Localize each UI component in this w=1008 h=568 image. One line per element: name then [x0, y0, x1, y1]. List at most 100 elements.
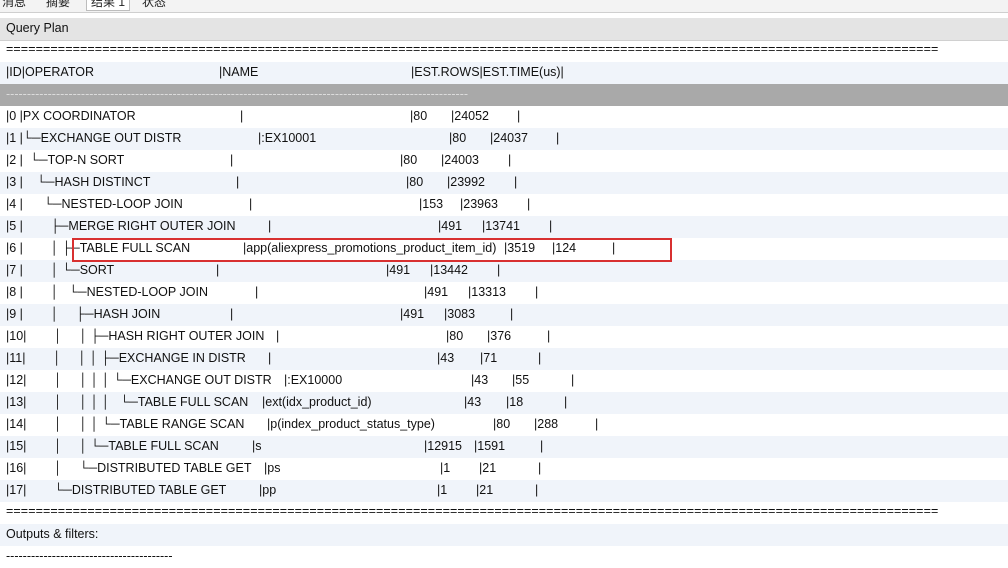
cell-est-rows: |80: [406, 175, 424, 189]
cell-name: |: [268, 219, 272, 233]
cell-end: |: [538, 351, 542, 365]
cell-est-time: |21: [479, 461, 497, 475]
cell-est-time: |18: [506, 395, 524, 409]
plan-row[interactable]: |4 | └─NESTED-LOOP JOIN | |153 |23963 |: [0, 194, 1008, 216]
plan-rule-top: ========================================…: [0, 40, 1008, 62]
cell-name: |: [268, 351, 272, 365]
tab-result-1[interactable]: 结果 1: [86, 0, 131, 11]
cell-id-operator: |12| │ │ │ │ └─EXCHANGE OUT DISTR: [6, 373, 272, 387]
cell-end: |: [571, 373, 575, 387]
tab-summary[interactable]: 摘要: [42, 0, 74, 10]
cell-end: |: [535, 285, 539, 299]
cell-id-operator: |7 | │ └─SORT: [6, 263, 115, 277]
plan-row[interactable]: |9 | │ ├─HASH JOIN | |491 |3083 |: [0, 304, 1008, 326]
cell-est-time: |21: [476, 483, 494, 497]
cell-est-time: |71: [480, 351, 498, 365]
cell-name: |:EX10001: [258, 131, 317, 145]
cell-est-time: |23992: [447, 175, 486, 189]
cell-est-time: |288: [534, 417, 559, 431]
cell-est-rows: |80: [449, 131, 467, 145]
cell-est-time: |55: [512, 373, 530, 387]
outputs-rule: ----------------------------------------: [0, 546, 1008, 568]
cell-name: |pp: [259, 483, 277, 497]
rule-text: ========================================…: [6, 42, 939, 56]
cell-end: |: [527, 197, 531, 211]
cell-id-operator: |5 | ├─MERGE RIGHT OUTER JOIN: [6, 219, 236, 233]
cell-est-rows: |80: [493, 417, 511, 431]
result-tab-bar: 消息 摘要 结果 1 状态: [0, 0, 1008, 13]
cell-est-rows: |12915: [424, 439, 463, 453]
cell-end: |: [510, 307, 514, 321]
rule-text: ----------------------------------------: [6, 549, 173, 563]
cell-est-rows: |80: [400, 153, 418, 167]
plan-row[interactable]: |17| └─DISTRIBUTED TABLE GET |pp |1 |21 |: [0, 480, 1008, 502]
plan-row[interactable]: |10| │ │ ├─HASH RIGHT OUTER JOIN | |80 |376…: [0, 326, 1008, 348]
plan-row[interactable]: |12| │ │ │ │ └─EXCHANGE OUT DISTR |:EX100…: [0, 370, 1008, 392]
cell-id-operator: |16| │ └─DISTRIBUTED TABLE GET: [6, 461, 252, 475]
cell-name: |s: [252, 439, 262, 453]
cell-id-operator: |2 | └─TOP-N SORT: [6, 153, 125, 167]
cell-est-time: |24037: [490, 131, 529, 145]
cell-est-rows: |80: [410, 109, 428, 123]
highlight-box: [72, 238, 672, 262]
cell-name: |: [216, 263, 220, 277]
cell-name: |: [240, 109, 244, 123]
cell-end: |: [535, 483, 539, 497]
cell-end: |: [595, 417, 599, 431]
cell-name: |: [230, 153, 234, 167]
cell-est-time: |13442: [430, 263, 469, 277]
plan-row[interactable]: |14| │ │ │ └─TABLE RANGE SCAN |p(index_pr…: [0, 414, 1008, 436]
cell-est-rows: |43: [464, 395, 482, 409]
plan-row[interactable]: |3 | └─HASH DISTINCT | |80 |23992 |: [0, 172, 1008, 194]
cell-est-rows: |1: [437, 483, 448, 497]
cell-est-rows: |491: [424, 285, 449, 299]
plan-row[interactable]: |5 | ├─MERGE RIGHT OUTER JOIN | |491 |13741…: [0, 216, 1008, 238]
cell-end: |: [547, 329, 551, 343]
column-header-label: Query Plan: [6, 21, 69, 35]
cell-est-rows: |43: [437, 351, 455, 365]
cell-est-rows: |153: [419, 197, 444, 211]
plan-rule-dash: ----------------------------------------…: [0, 84, 1008, 106]
cell-end: |: [538, 461, 542, 475]
tab-messages[interactable]: 消息: [0, 0, 30, 10]
cell-est-rows: |491: [386, 263, 411, 277]
cell-est-rows: |80: [446, 329, 464, 343]
cell-end: |: [549, 219, 553, 233]
cell-id-operator: |9 | │ ├─HASH JOIN: [6, 307, 161, 321]
col-rows-time: |EST.ROWS|EST.TIME(us)|: [411, 65, 564, 79]
plan-row[interactable]: |1 |└─EXCHANGE OUT DISTR |:EX10001 |80 |240…: [0, 128, 1008, 150]
plan-row[interactable]: |13| │ │ │ │ └─TABLE FULL SCAN |ext(idx_p…: [0, 392, 1008, 414]
cell-est-rows: |1: [440, 461, 451, 475]
plan-rule-bottom: ========================================…: [0, 502, 1008, 524]
cell-est-time: |1591: [474, 439, 506, 453]
cell-est-time: |13741: [482, 219, 521, 233]
plan-row[interactable]: |16| │ └─DISTRIBUTED TABLE GET |ps |1 |21 |: [0, 458, 1008, 480]
column-header[interactable]: Query Plan: [0, 18, 1008, 41]
cell-est-time: |23963: [460, 197, 499, 211]
cell-id-operator: |10| │ │ ├─HASH RIGHT OUTER JOIN: [6, 329, 265, 343]
cell-est-rows: |43: [471, 373, 489, 387]
tab-status[interactable]: 状态: [138, 0, 170, 10]
cell-id-operator: |11| │ │ │ ├─EXCHANGE IN DISTR: [6, 351, 246, 365]
plan-row[interactable]: |8 | │ └─NESTED-LOOP JOIN | |491 |13313 |: [0, 282, 1008, 304]
cell-name: |ext(idx_product_id): [262, 395, 372, 409]
cell-name: |: [276, 329, 280, 343]
plan-row[interactable]: |7 | │ └─SORT | |491 |13442 |: [0, 260, 1008, 282]
cell-id-operator: |14| │ │ │ └─TABLE RANGE SCAN: [6, 417, 245, 431]
plan-row[interactable]: |15| │ │ └─TABLE FULL SCAN |s |12915 |1591 |: [0, 436, 1008, 458]
plan-row[interactable]: |2 | └─TOP-N SORT | |80 |24003 |: [0, 150, 1008, 172]
cell-est-time: |3083: [444, 307, 476, 321]
cell-end: |: [556, 131, 560, 145]
plan-row[interactable]: |11| │ │ │ ├─EXCHANGE IN DISTR | |43 |71 |: [0, 348, 1008, 370]
cell-id-operator: |13| │ │ │ │ └─TABLE FULL SCAN: [6, 395, 249, 409]
plan-column-headers: |ID|OPERATOR |NAME |EST.ROWS|EST.TIME(us…: [0, 62, 1008, 84]
cell-id-operator: |3 | └─HASH DISTINCT: [6, 175, 151, 189]
cell-name: |p(index_product_status_type): [267, 417, 435, 431]
cell-est-time: |13313: [468, 285, 507, 299]
cell-id-operator: |1 |└─EXCHANGE OUT DISTR: [6, 131, 182, 145]
cell-end: |: [497, 263, 501, 277]
cell-est-time: |24003: [441, 153, 480, 167]
cell-name: |ps: [264, 461, 281, 475]
cell-est-time: |24052: [451, 109, 490, 123]
plan-row[interactable]: |0 |PX COORDINATOR | |80 |24052 |: [0, 106, 1008, 128]
